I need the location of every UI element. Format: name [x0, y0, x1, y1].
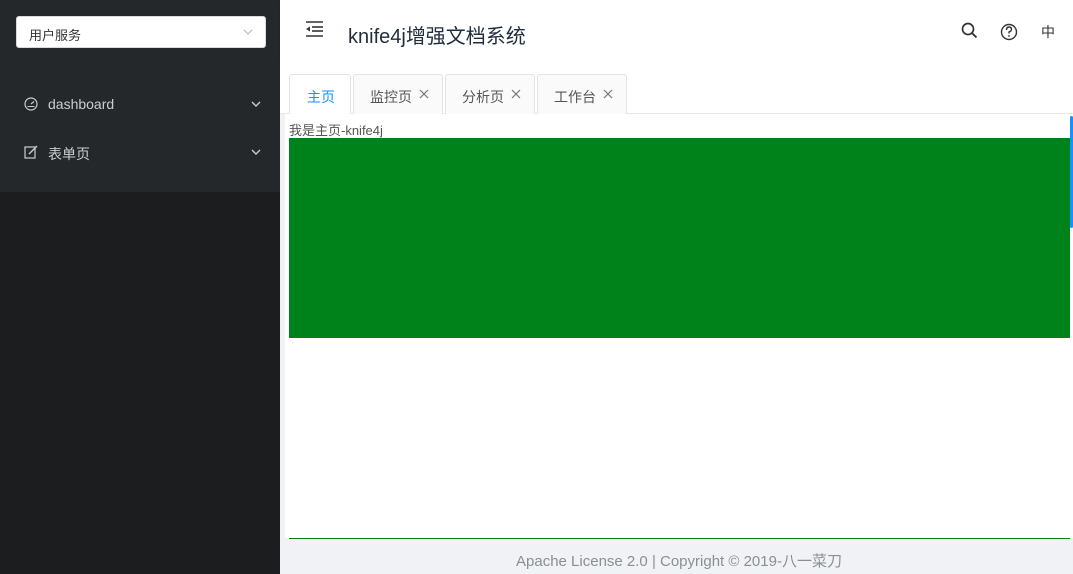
- language-switch[interactable]: 中: [1041, 22, 1055, 42]
- tab-home[interactable]: 主页: [289, 74, 351, 114]
- tab-monitor[interactable]: 监控页: [353, 74, 443, 114]
- tab-analysis[interactable]: 分析页: [445, 74, 535, 114]
- tab-label: 分析页: [462, 89, 504, 105]
- main-content: 我是主页-knife4j: [285, 114, 1073, 538]
- dashboard-icon: [24, 97, 38, 111]
- chevron-down-icon: [251, 149, 261, 155]
- sidebar-item-form[interactable]: 表单页: [0, 132, 280, 172]
- app-title: knife4j增强文档系统: [348, 26, 526, 48]
- tab-label: 监控页: [370, 89, 412, 105]
- search-icon[interactable]: [960, 20, 980, 42]
- intro-text: 我是主页-knife4j: [289, 123, 383, 138]
- service-select[interactable]: 用户服务: [16, 16, 266, 48]
- sidebar-menu-panel: 用户服务 dashboard 表单页: [0, 0, 280, 192]
- chevron-down-icon: [251, 101, 261, 107]
- edit-icon: [24, 145, 38, 159]
- footer-divider: [289, 538, 1070, 539]
- menu-fold-icon[interactable]: [304, 20, 324, 38]
- close-icon[interactable]: [419, 89, 429, 99]
- green-banner-block: [289, 138, 1070, 338]
- tab-label: 工作台: [554, 89, 596, 105]
- close-icon[interactable]: [511, 89, 521, 99]
- page-tabs: 主页 监控页 分析页 工作台: [280, 64, 1073, 114]
- chevron-down-icon: [243, 29, 253, 35]
- tab-label: 主页: [307, 89, 335, 105]
- sidebar-item-label: 表单页: [48, 146, 90, 162]
- service-select-value: 用户服务: [29, 28, 82, 43]
- sidebar: 用户服务 dashboard 表单页: [0, 0, 280, 574]
- footer-copyright: Apache License 2.0 | Copyright © 2019-八一…: [516, 553, 842, 570]
- sidebar-item-label: dashboard: [48, 96, 115, 112]
- help-icon[interactable]: [999, 20, 1019, 42]
- sidebar-item-dashboard[interactable]: dashboard: [0, 84, 280, 124]
- tab-workbench[interactable]: 工作台: [537, 74, 627, 114]
- top-header: knife4j增强文档系统 中: [280, 0, 1073, 64]
- close-icon[interactable]: [603, 89, 613, 99]
